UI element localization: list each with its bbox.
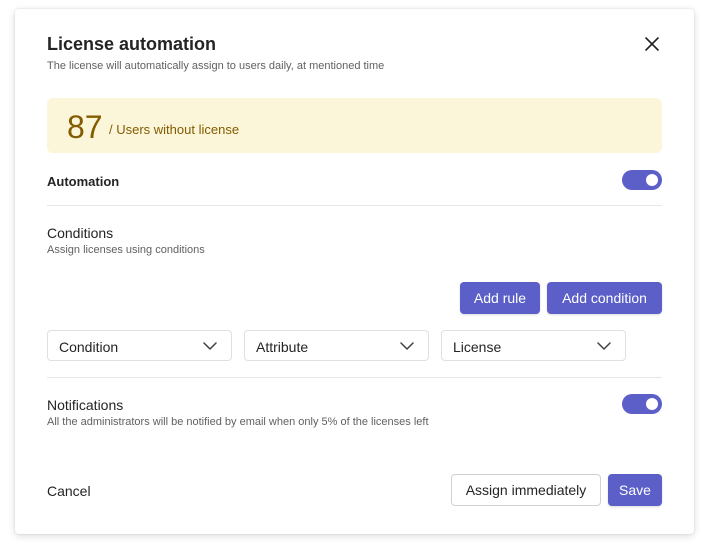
notifications-description: All the administrators will be notified …: [47, 416, 429, 428]
attribute-dropdown[interactable]: Attribute: [244, 330, 429, 361]
automation-label: Automation: [47, 174, 120, 189]
assign-immediately-button[interactable]: Assign immediately: [451, 474, 601, 506]
close-button[interactable]: [640, 32, 664, 56]
chevron-down-icon: [597, 342, 611, 350]
condition-dropdown[interactable]: Condition: [47, 330, 232, 361]
attribute-dropdown-value: Attribute: [256, 339, 309, 355]
users-without-license-banner: 87 / Users without license: [47, 98, 662, 153]
add-rule-button[interactable]: Add rule: [460, 282, 540, 314]
condition-dropdown-value: Condition: [59, 339, 119, 355]
conditions-description: Assign licenses using conditions: [47, 244, 205, 256]
chevron-down-icon: [203, 342, 217, 350]
users-without-license-label: / Users without license: [109, 122, 240, 137]
divider: [47, 377, 662, 378]
license-dropdown[interactable]: License: [441, 330, 626, 361]
dialog-title: License automation: [47, 34, 217, 54]
chevron-down-icon: [400, 342, 414, 350]
license-dropdown-value: License: [453, 339, 502, 355]
dialog-subtitle: The license will automatically assign to…: [47, 60, 385, 72]
notifications-toggle[interactable]: [622, 394, 662, 414]
conditions-label: Conditions: [47, 225, 114, 241]
toggle-knob: [646, 174, 658, 186]
cancel-button[interactable]: Cancel: [47, 483, 91, 499]
divider: [47, 205, 662, 206]
toggle-knob: [646, 398, 658, 410]
backdrop: License automation The license will auto…: [0, 0, 709, 555]
notifications-label: Notifications: [47, 397, 124, 413]
users-without-license-count: 87: [67, 109, 103, 145]
save-button[interactable]: Save: [608, 474, 662, 506]
close-icon: [645, 37, 659, 51]
add-condition-button[interactable]: Add condition: [547, 282, 662, 314]
license-automation-dialog: License automation The license will auto…: [15, 9, 694, 534]
automation-toggle[interactable]: [622, 170, 662, 190]
